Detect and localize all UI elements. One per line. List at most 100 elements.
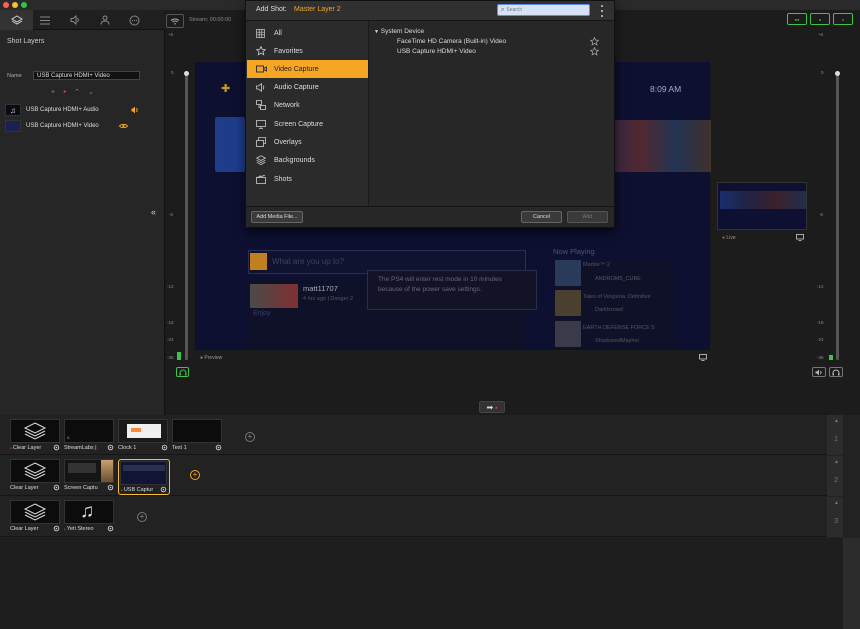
device-item-usb-capture[interactable]: USB Capture HDMI+ Video bbox=[397, 48, 476, 55]
speaker-icon[interactable] bbox=[131, 106, 139, 114]
left-volume-meter[interactable] bbox=[185, 72, 188, 360]
shot-usb-capture-selected[interactable]: ● USB Captur bbox=[118, 459, 170, 495]
add-button[interactable]: Add bbox=[567, 211, 608, 223]
search-input[interactable]: ⌕ Search bbox=[497, 4, 590, 16]
list-tab[interactable] bbox=[28, 10, 61, 30]
device-group-header[interactable]: ▼ System Device bbox=[374, 28, 424, 35]
category-shots[interactable]: Shots bbox=[247, 170, 368, 188]
shot-clock[interactable]: Clock 1 bbox=[118, 419, 168, 453]
post-placeholder: What are you up to? bbox=[272, 257, 345, 266]
shot-clear-layer[interactable]: ● Clear Layer bbox=[10, 419, 60, 453]
scene-number[interactable]: ▲ 3 bbox=[827, 497, 843, 537]
disclosure-triangle-icon: ▼ bbox=[374, 29, 379, 35]
scene-number[interactable]: ▲ 1 bbox=[827, 415, 843, 455]
gear-icon[interactable] bbox=[160, 486, 167, 493]
left-volume-knob[interactable] bbox=[184, 71, 189, 76]
eye-icon[interactable] bbox=[119, 123, 128, 129]
gear-icon[interactable] bbox=[53, 484, 60, 491]
category-all[interactable]: All bbox=[247, 24, 368, 42]
favorite-star-icon[interactable] bbox=[590, 37, 599, 46]
gear-icon[interactable] bbox=[107, 444, 114, 451]
category-audio-capture[interactable]: Audio Capture bbox=[247, 78, 368, 96]
add-shot-button[interactable]: + bbox=[137, 512, 147, 522]
favorite-star-icon[interactable] bbox=[590, 47, 599, 56]
shot-clear-layer[interactable]: Clear Layer bbox=[10, 500, 60, 534]
shot-streamlabs[interactable]: \L StreamLabs | bbox=[64, 419, 114, 453]
live-output-thumbnail[interactable] bbox=[717, 182, 807, 230]
move-down-icon[interactable]: ⌄ bbox=[88, 88, 94, 96]
shot-clear-layer[interactable]: Clear Layer bbox=[10, 459, 60, 493]
output-toggle-button[interactable]: ● bbox=[810, 13, 830, 25]
minimize-window-button[interactable] bbox=[12, 2, 18, 8]
zoom-window-button[interactable] bbox=[21, 2, 27, 8]
layers-icon bbox=[10, 14, 23, 25]
layer-name-field[interactable]: USB Capture HDMI+ Video bbox=[33, 71, 140, 80]
scene-number[interactable]: ▲ 2 bbox=[827, 456, 843, 496]
category-label: Favorites bbox=[274, 47, 303, 55]
add-layer-button[interactable]: + bbox=[51, 89, 55, 96]
right-headphones-button[interactable] bbox=[829, 367, 843, 377]
category-label: Backgrounds bbox=[274, 156, 315, 164]
np-title: Tales of Vesperia: Definitive bbox=[583, 294, 651, 300]
collapse-panel-icon[interactable]: « bbox=[151, 207, 156, 217]
record-toggle-button[interactable]: ●● bbox=[787, 13, 807, 25]
headphones-icon bbox=[179, 369, 186, 375]
category-favorites[interactable]: Favorites bbox=[247, 42, 368, 60]
layer-controls: + ● ⌃ ⌄ bbox=[51, 87, 107, 97]
stream-button[interactable] bbox=[166, 14, 184, 28]
target-layer-select[interactable]: Master Layer 2 bbox=[294, 6, 341, 13]
category-label: Screen Capture bbox=[274, 120, 324, 128]
category-network[interactable]: Network bbox=[247, 96, 368, 114]
cancel-button[interactable]: Cancel bbox=[521, 211, 562, 223]
layer-row-audio[interactable]: ♫ USB Capture HDMI+ Audio bbox=[5, 103, 138, 117]
shot-text[interactable]: Text 1 bbox=[172, 419, 222, 453]
add-shot-dialog: Add Shot: Master Layer 2 ⌕ Search All Fa… bbox=[245, 0, 615, 228]
person-tab[interactable] bbox=[88, 10, 121, 30]
scene-scroll-area[interactable] bbox=[843, 538, 860, 629]
monitor-icon[interactable] bbox=[796, 234, 804, 241]
category-video-capture[interactable]: Video Capture bbox=[247, 60, 368, 78]
scale-label: -18 bbox=[817, 320, 824, 325]
remove-layer-button[interactable]: ● bbox=[63, 89, 66, 95]
move-up-icon[interactable]: ⌃ bbox=[74, 88, 80, 96]
shot-screen-capture[interactable]: Screen Captu bbox=[64, 459, 114, 493]
gear-icon[interactable] bbox=[107, 525, 114, 532]
scale-label: +6 bbox=[168, 32, 174, 37]
add-shot-button[interactable]: + bbox=[190, 470, 200, 480]
right-volume-knob[interactable] bbox=[835, 71, 840, 76]
scene-row-3: Clear Layer ♫ ● Yeti Stereo + ▲ 3 bbox=[0, 497, 843, 537]
dialog-header: Add Shot: Master Layer 2 ⌕ Search bbox=[246, 1, 614, 21]
search-icon: ⌕ bbox=[501, 6, 505, 13]
dialog-menu-icon[interactable] bbox=[600, 5, 604, 17]
more-tab[interactable] bbox=[118, 10, 151, 30]
np-user: ShadowedMayhel bbox=[595, 338, 639, 344]
gear-icon[interactable] bbox=[53, 525, 60, 532]
video-thumbnail bbox=[5, 120, 21, 132]
category-label: All bbox=[274, 29, 282, 37]
speaker-icon bbox=[256, 82, 268, 92]
left-panel-tabs bbox=[0, 10, 165, 30]
audio-tab[interactable] bbox=[58, 10, 91, 30]
category-screen-capture[interactable]: Screen Capture bbox=[247, 115, 368, 133]
add-media-file-button[interactable]: Add Media File... bbox=[251, 211, 303, 223]
monitor-icon[interactable] bbox=[699, 354, 707, 361]
category-backgrounds[interactable]: Backgrounds bbox=[247, 151, 368, 169]
gear-icon[interactable] bbox=[107, 484, 114, 491]
left-headphones-button[interactable] bbox=[176, 367, 189, 377]
shot-yeti-stereo[interactable]: ♫ ● Yeti Stereo bbox=[64, 500, 114, 534]
live-toggle-button[interactable]: ● bbox=[833, 13, 853, 25]
add-shot-button[interactable]: + bbox=[245, 432, 255, 442]
scale-label: -36 bbox=[817, 355, 824, 360]
gear-icon[interactable] bbox=[215, 444, 222, 451]
dialog-divider bbox=[246, 206, 614, 207]
category-overlays[interactable]: Overlays bbox=[247, 133, 368, 151]
category-label: Network bbox=[274, 101, 300, 109]
gear-icon[interactable] bbox=[161, 444, 168, 451]
transition-button[interactable]: ➡ ● bbox=[479, 401, 505, 413]
gear-icon[interactable] bbox=[53, 444, 60, 451]
close-window-button[interactable] bbox=[3, 2, 9, 8]
device-item-facetime[interactable]: FaceTime HD Camera (Built-in) Video bbox=[397, 38, 506, 45]
scale-label: -12 bbox=[167, 284, 174, 289]
right-speaker-button[interactable] bbox=[812, 367, 826, 377]
right-volume-meter[interactable] bbox=[836, 72, 839, 360]
